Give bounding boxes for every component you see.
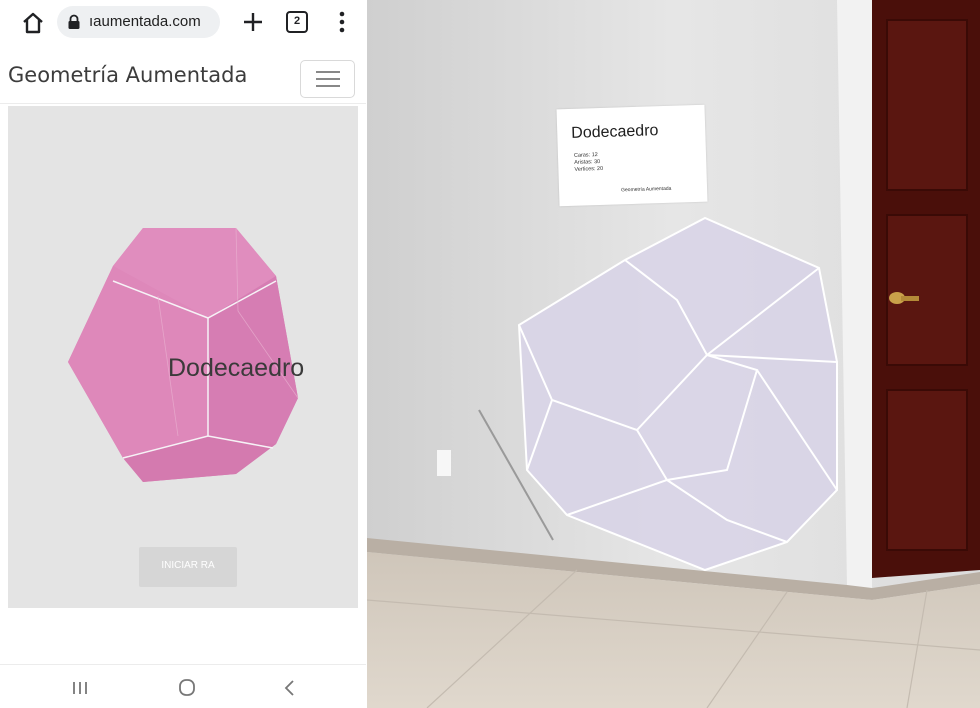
browser-toolbar: ıaumentada.com 2: [0, 0, 366, 46]
app-header: Geometría Aumentada: [0, 46, 366, 104]
ar-camera-view: Dodecaedro Caras: 12 Aristas: 30 Vertice…: [367, 0, 980, 708]
hamburger-icon-line: [316, 78, 340, 80]
card-aristas: Aristas: 30: [574, 159, 601, 166]
3d-viewer[interactable]: Dodecaedro INICIAR RA: [8, 106, 358, 608]
url-text: ıaumentada.com: [89, 13, 201, 30]
app-title: Geometría Aumentada: [8, 63, 248, 87]
back-icon[interactable]: [278, 677, 302, 699]
card-caras: Caras: 12: [573, 152, 598, 159]
recent-apps-icon[interactable]: [68, 677, 92, 699]
hamburger-menu-button[interactable]: [300, 60, 355, 98]
card-vertices: Vertices: 20: [574, 165, 604, 173]
address-bar[interactable]: ıaumentada.com: [57, 6, 220, 38]
tabs-switcher-button[interactable]: 2: [286, 11, 308, 33]
card-footer: Geometría Aumentada: [620, 185, 672, 194]
phone-screenshot: ıaumentada.com 2 Geometría Aumentada Dod…: [0, 0, 366, 708]
hamburger-icon: [316, 71, 340, 73]
ar-info-card: Dodecaedro Caras: 12 Aristas: 30 Vertice…: [556, 104, 708, 207]
new-tab-icon[interactable]: [240, 9, 266, 35]
home-circle-icon[interactable]: [175, 677, 199, 699]
start-ar-label: INICIAR RA: [161, 560, 215, 571]
android-nav-bar: [0, 664, 366, 708]
tabs-count: 2: [293, 15, 301, 27]
start-ar-button[interactable]: INICIAR RA: [139, 547, 237, 587]
shape-label: Dodecaedro: [168, 354, 305, 382]
lock-icon: [68, 14, 80, 29]
card-title: Dodecaedro: [571, 122, 659, 142]
hamburger-icon-line: [316, 85, 340, 87]
menu-dots-icon[interactable]: [332, 9, 352, 35]
home-icon[interactable]: [20, 10, 46, 36]
